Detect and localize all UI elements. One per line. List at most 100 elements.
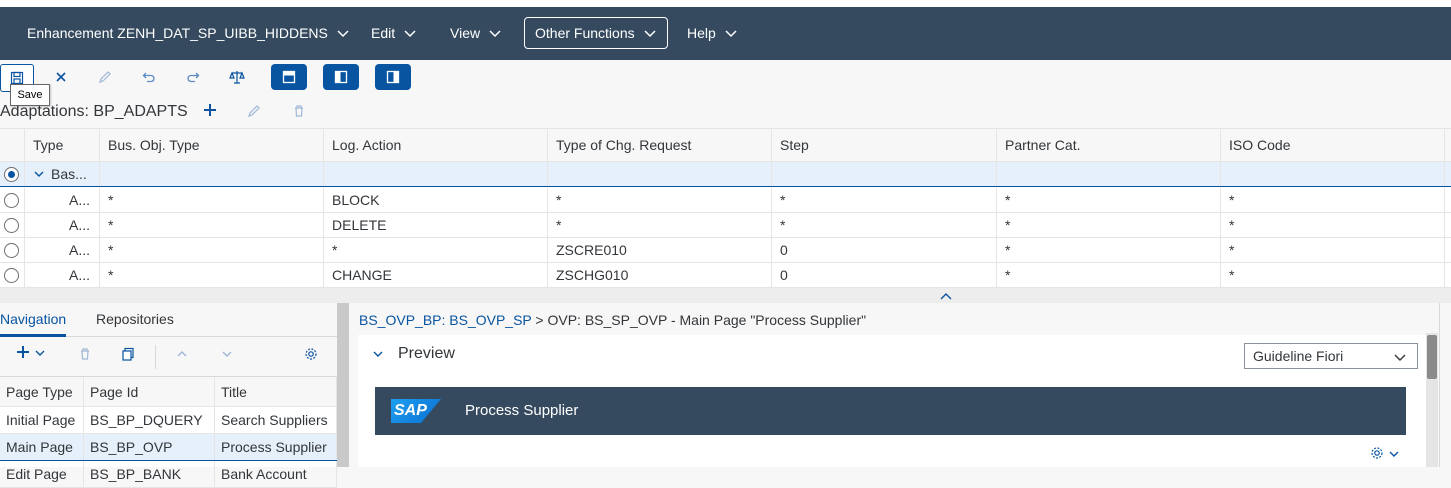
sap-logo: SAP — [391, 399, 441, 423]
column-header[interactable]: Title — [215, 377, 337, 406]
layout-left-icon — [334, 70, 348, 84]
copy-page-button[interactable] — [121, 347, 135, 366]
table-row[interactable]: A... * CHANGE ZSCHG010 0 * * — [0, 263, 1451, 288]
layout-top-button[interactable] — [271, 64, 307, 90]
shell-title: Process Supplier — [465, 402, 579, 419]
column-header[interactable]: Bus. Obj. Type — [100, 129, 324, 161]
row-selector[interactable] — [0, 188, 25, 212]
bus-obj-cell: * — [100, 238, 324, 262]
chevron-down-icon[interactable] — [372, 348, 384, 360]
column-header[interactable]: Type — [25, 129, 100, 161]
row-selector[interactable] — [0, 238, 25, 262]
edit-adaptation-button[interactable] — [247, 104, 261, 121]
pages-table: Page Type Page Id Title Initial Page BS_… — [0, 377, 337, 488]
type-cell: A... — [25, 263, 100, 287]
bus-obj-cell: * — [100, 188, 324, 212]
adaptations-table: Type Bus. Obj. Type Log. Action Type of … — [0, 128, 1451, 288]
breadcrumb-link[interactable]: BS_OVP_BP: BS_OVP_SP — [359, 312, 532, 328]
attributes-panel-edge[interactable] — [1439, 303, 1451, 467]
edit-button[interactable] — [89, 64, 121, 90]
table-row[interactable]: Initial Page BS_BP_DQUERY Search Supplie… — [0, 407, 337, 434]
page-type-cell: Main Page — [0, 434, 84, 460]
radio-icon[interactable] — [4, 242, 19, 258]
table-header: Page Type Page Id Title — [0, 377, 337, 407]
redo-button[interactable] — [177, 64, 209, 90]
splitter-bar[interactable] — [0, 288, 1451, 303]
table-row[interactable]: Main Page BS_BP_OVP Process Supplier — [0, 434, 337, 461]
chevron-down-icon — [337, 30, 349, 38]
page-id-cell: BS_BP_BANK — [84, 461, 215, 487]
chevron-up-icon — [177, 351, 187, 357]
pencil-icon — [99, 71, 111, 83]
page-id-cell: BS_BP_OVP — [84, 434, 215, 460]
move-down-button[interactable] — [221, 347, 233, 365]
page-id-cell: BS_BP_DQUERY — [84, 407, 215, 433]
column-header[interactable]: Log. Action — [324, 129, 548, 161]
menu-edit-label: Edit — [371, 25, 396, 41]
radio-icon[interactable] — [4, 217, 19, 233]
column-header[interactable]: Partner Cat. — [997, 129, 1221, 161]
copy-icon — [122, 347, 134, 361]
table-row[interactable]: A... * BLOCK * * * * — [0, 188, 1451, 213]
compare-button[interactable] — [221, 64, 253, 90]
log-action-cell: CHANGE — [324, 263, 548, 287]
delete-page-button[interactable] — [78, 347, 92, 366]
type-cell: A... — [25, 213, 100, 237]
delete-adaptation-button[interactable] — [292, 104, 306, 121]
save-tooltip: Save — [10, 84, 50, 106]
step-cell: 0 — [772, 263, 997, 287]
gear-icon — [305, 348, 317, 360]
settings-button[interactable] — [304, 347, 318, 366]
preview-scrollbar-thumb[interactable] — [1427, 335, 1437, 379]
navigation-tabs: Navigation Repositories — [0, 303, 337, 337]
table-row[interactable]: A... * * ZSCRE010 0 * * — [0, 238, 1451, 263]
undo-button[interactable] — [133, 64, 165, 90]
row-selector[interactable] — [0, 162, 25, 186]
chevron-up-icon[interactable] — [939, 291, 953, 301]
group-cell[interactable]: Bas... — [25, 162, 100, 186]
layout-right-button[interactable] — [375, 64, 411, 90]
chevron-down-icon — [222, 351, 232, 357]
add-page-button[interactable] — [16, 345, 46, 364]
menu-view[interactable]: View — [440, 17, 512, 49]
add-adaptation-button[interactable] — [202, 102, 218, 121]
row-selector[interactable] — [0, 213, 25, 237]
preview-settings-button[interactable] — [1370, 446, 1400, 463]
bus-obj-cell: * — [100, 213, 324, 237]
table-row[interactable]: A... * DELETE * * * * — [0, 213, 1451, 238]
column-header[interactable]: ISO Code — [1221, 129, 1445, 161]
partner-cell: * — [997, 188, 1221, 212]
column-header[interactable]: Page Id — [84, 377, 215, 406]
menu-other-functions[interactable]: Other Functions — [524, 17, 668, 49]
plus-icon — [17, 346, 29, 358]
radio-icon[interactable] — [4, 267, 19, 283]
iso-cell: * — [1221, 188, 1445, 212]
redo-icon — [187, 72, 200, 83]
empty-cell — [772, 162, 997, 186]
menu-help[interactable]: Help — [677, 17, 748, 49]
move-up-button[interactable] — [176, 347, 188, 365]
navigation-panel: Navigation Repositories Page Type Page I… — [0, 303, 337, 488]
column-header[interactable]: Type of Chg. Request — [548, 129, 772, 161]
iso-cell: * — [1221, 238, 1445, 262]
tab-navigation[interactable]: Navigation — [0, 311, 67, 337]
log-action-cell: DELETE — [324, 213, 548, 237]
column-header[interactable]: Page Type — [0, 377, 84, 406]
chevron-down-icon[interactable] — [33, 168, 45, 180]
preview-panel: BS_OVP_BP: BS_OVP_SP > OVP: BS_SP_OVP - … — [349, 303, 1439, 467]
tab-repositories[interactable]: Repositories — [96, 311, 174, 327]
radio-icon[interactable] — [4, 192, 19, 208]
preview-label: Preview — [398, 345, 455, 362]
table-row[interactable]: Edit Page BS_BP_BANK Bank Account — [0, 461, 337, 488]
table-group-row[interactable]: Bas... — [0, 162, 1451, 187]
iso-cell: * — [1221, 213, 1445, 237]
row-selector[interactable] — [0, 263, 25, 287]
menu-edit[interactable]: Edit — [361, 17, 427, 49]
radio-selected-icon[interactable] — [4, 166, 19, 182]
column-header[interactable]: Step — [772, 129, 997, 161]
menu-enhancement[interactable]: Enhancement ZENH_DAT_SP_UIBB_HIDDENS — [17, 17, 360, 49]
preview-header[interactable]: Preview — [372, 345, 455, 363]
layout-left-button[interactable] — [323, 64, 359, 90]
panel-splitter[interactable] — [337, 303, 349, 467]
guideline-select[interactable]: Guideline Fiori — [1244, 343, 1418, 369]
